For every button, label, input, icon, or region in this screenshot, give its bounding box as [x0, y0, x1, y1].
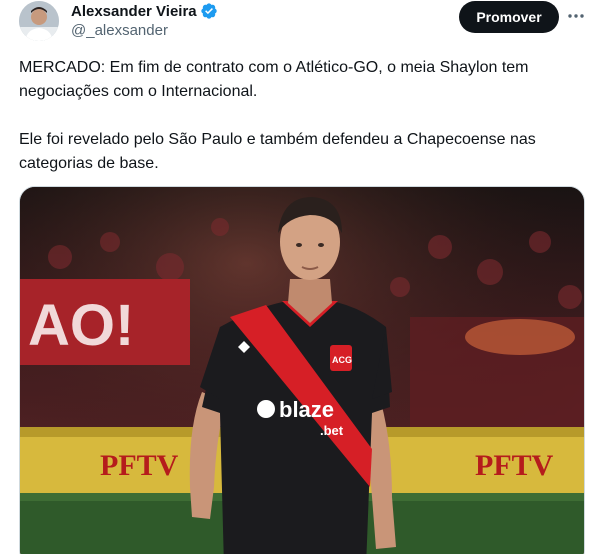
jersey-crest-text: ACG [332, 355, 352, 365]
tweet-paragraph: Ele foi revelado pelo São Paulo e também… [19, 131, 536, 172]
more-options-icon[interactable] [566, 8, 586, 24]
avatar-image [19, 1, 59, 41]
author-avatar[interactable] [19, 1, 59, 41]
ad-board-text-right: PFTV [475, 449, 554, 482]
author-handle[interactable]: @_alexsander [71, 22, 168, 39]
jersey-sponsor-sub-text: .bet [320, 423, 344, 438]
author-name-row[interactable]: Alexsander Vieira [71, 2, 218, 20]
verified-badge-icon [200, 2, 218, 20]
ad-board-text-left: PFTV [100, 449, 179, 482]
jersey-sponsor-text: blaze [279, 397, 334, 422]
photo-illustration: AO! PFTV PFTV ACG blaze .bet [20, 187, 584, 554]
tweet-text: MERCADO: Em fim de contrato com o Atléti… [19, 56, 584, 176]
tweet-photo[interactable]: AO! PFTV PFTV ACG blaze .bet [19, 186, 585, 554]
author-display-name[interactable]: Alexsander Vieira [71, 3, 197, 20]
tweet-paragraph: MERCADO: Em fim de contrato com o Atléti… [19, 59, 529, 100]
stadium-banner-text: AO! [28, 293, 134, 358]
promote-button[interactable]: Promover [459, 1, 559, 33]
